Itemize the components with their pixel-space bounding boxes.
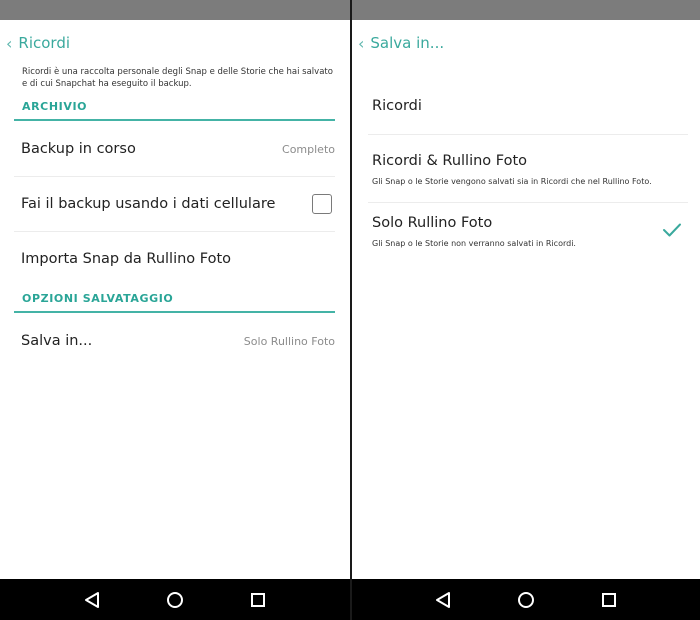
- save-in-screen: ‹ Salva in... Ricordi Ricordi & Rullino …: [352, 0, 700, 620]
- back-button[interactable]: ‹ Ricordi: [6, 34, 70, 53]
- option-solo-rullino[interactable]: Solo Rullino Foto Gli Snap o le Storie n…: [352, 215, 700, 248]
- import-snaps-label: Importa Snap da Rullino Foto: [21, 251, 232, 267]
- page-title: Salva in...: [370, 34, 445, 52]
- nav-recents-button[interactable]: [597, 588, 621, 612]
- option-ricordi[interactable]: Ricordi: [352, 98, 700, 114]
- home-circle-icon: [166, 591, 183, 608]
- section-divider: [14, 119, 335, 121]
- chevron-left-icon: ‹: [6, 33, 13, 53]
- save-in-row[interactable]: Salva in... Solo Rullino Foto: [0, 314, 350, 368]
- page-title: Ricordi: [18, 34, 71, 52]
- back-triangle-icon: [84, 591, 99, 608]
- navigation-bar: [352, 579, 700, 620]
- cellular-backup-checkbox[interactable]: [312, 194, 332, 214]
- backup-status-label: Backup in corso: [21, 141, 136, 157]
- chevron-left-icon: ‹: [358, 33, 365, 53]
- section-label-archivio: ARCHIVIO: [22, 100, 88, 113]
- ricordi-settings-screen: ‹ Ricordi Ricordi è una raccolta persona…: [0, 0, 350, 620]
- cellular-backup-row[interactable]: Fai il backup usando i dati cellulare: [0, 177, 350, 231]
- save-in-value: Solo Rullino Foto: [243, 334, 335, 348]
- header: ‹ Salva in...: [352, 30, 700, 56]
- recents-square-icon: [601, 592, 616, 607]
- option-divider: [368, 134, 688, 135]
- nav-recents-button[interactable]: [246, 588, 270, 612]
- status-bar: [352, 0, 700, 20]
- checkmark-icon: [663, 223, 681, 237]
- option-ricordi-rullino[interactable]: Ricordi & Rullino Foto Gli Snap o le Sto…: [352, 153, 700, 186]
- option-subtitle: Gli Snap o le Storie vengono salvati sia…: [372, 177, 652, 186]
- section-divider: [14, 311, 335, 313]
- option-title: Ricordi & Rullino Foto: [372, 153, 528, 169]
- option-title: Ricordi: [372, 98, 422, 114]
- home-circle-icon: [517, 591, 534, 608]
- description-text: Ricordi è una raccolta personale degli S…: [22, 67, 333, 89]
- option-divider: [368, 202, 688, 203]
- status-bar: [0, 0, 350, 20]
- import-snaps-row[interactable]: Importa Snap da Rullino Foto: [0, 232, 350, 286]
- navigation-bar: [0, 579, 350, 620]
- back-triangle-icon: [436, 591, 451, 608]
- section-label-opzioni-salvataggio: OPZIONI SALVATAGGIO: [22, 292, 174, 305]
- nav-home-button[interactable]: [514, 588, 538, 612]
- nav-home-button[interactable]: [163, 588, 187, 612]
- option-subtitle: Gli Snap o le Storie non verranno salvat…: [372, 239, 576, 248]
- option-title: Solo Rullino Foto: [372, 215, 493, 231]
- recents-square-icon: [251, 592, 266, 607]
- nav-back-button[interactable]: [80, 588, 104, 612]
- save-in-label: Salva in...: [21, 333, 93, 349]
- backup-status-row[interactable]: Backup in corso Completo: [0, 122, 350, 176]
- back-button[interactable]: ‹ Salva in...: [358, 34, 444, 53]
- backup-status-value: Completo: [282, 142, 335, 156]
- cellular-backup-label: Fai il backup usando i dati cellulare: [21, 196, 276, 212]
- nav-back-button[interactable]: [431, 588, 455, 612]
- header: ‹ Ricordi: [0, 30, 350, 56]
